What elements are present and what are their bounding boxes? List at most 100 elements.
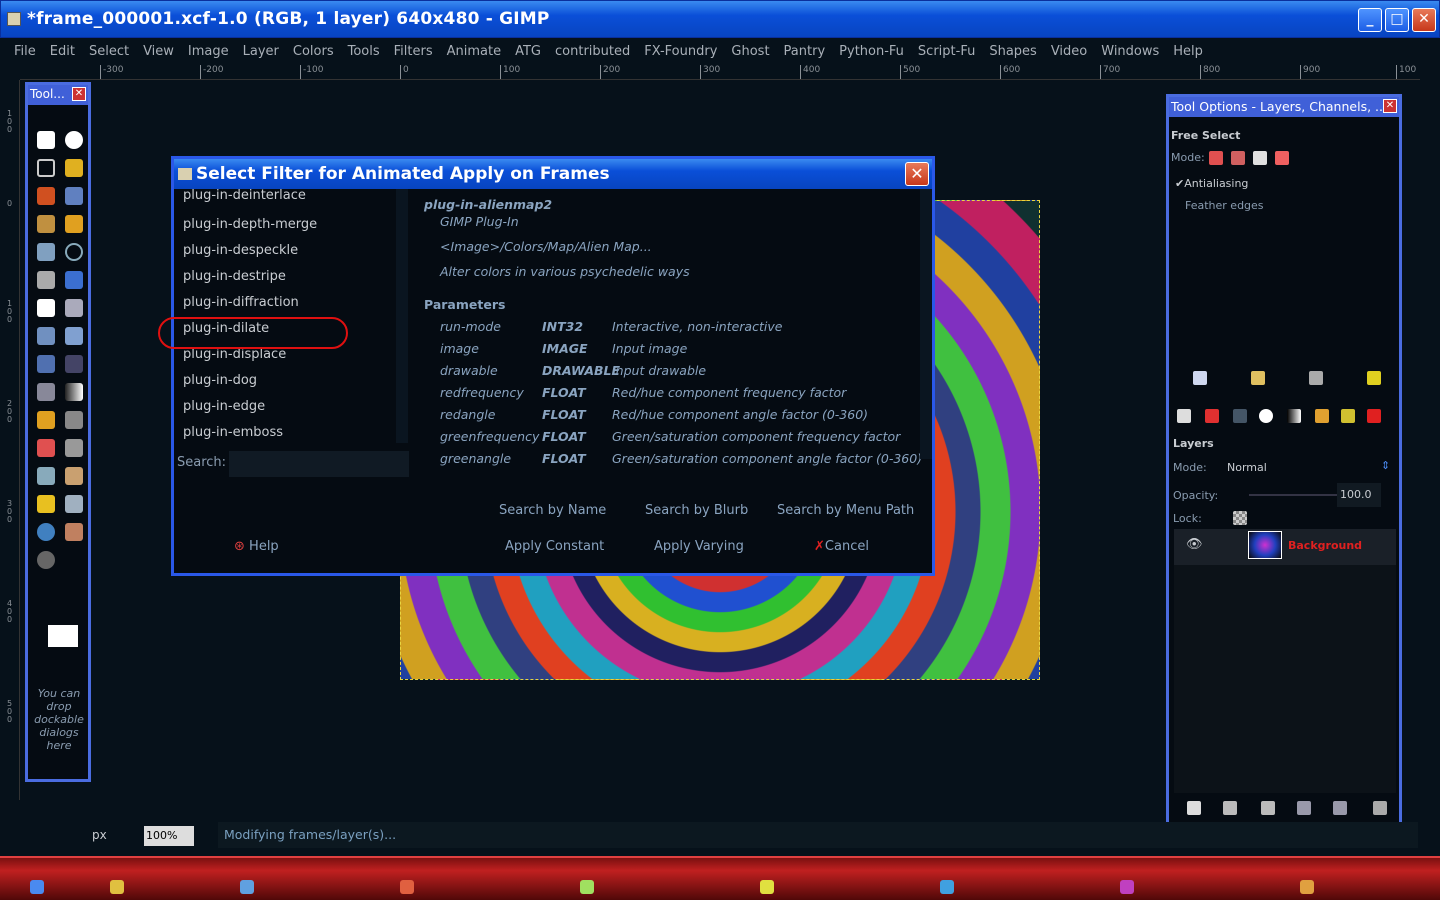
layers-list[interactable]: 👁 Background <box>1174 529 1396 793</box>
menu-select[interactable]: Select <box>89 44 129 59</box>
free-select-icon[interactable] <box>37 159 55 177</box>
dock-close-button[interactable]: ✕ <box>1383 99 1397 113</box>
toolbox-close-button[interactable]: ✕ <box>72 87 86 101</box>
unit-select[interactable]: px <box>92 828 107 842</box>
menu-tools[interactable]: Tools <box>348 44 380 59</box>
vertical-ruler[interactable]: 1 0 0 0 1 0 0 2 0 0 3 0 0 4 0 0 5 0 0 <box>4 80 20 800</box>
paintbrush-icon[interactable] <box>65 411 83 429</box>
ellipse-select-icon[interactable] <box>65 131 83 149</box>
error-tab-icon[interactable] <box>1367 409 1381 423</box>
airbrush-icon[interactable] <box>65 439 83 457</box>
rect-select-icon[interactable] <box>37 131 55 149</box>
save-options-icon[interactable] <box>1193 371 1207 385</box>
menu-view[interactable]: View <box>143 44 174 59</box>
dialog-close-button[interactable]: ✕ <box>905 162 929 186</box>
list-item[interactable]: plug-in-destripe <box>177 267 409 293</box>
gradient-tab-icon[interactable] <box>1287 409 1301 423</box>
list-item[interactable]: plug-in-deinterlace <box>177 189 409 215</box>
paths-icon[interactable] <box>65 215 83 233</box>
table-row[interactable]: 👁 Background <box>1174 529 1396 565</box>
menu-file[interactable]: File <box>14 44 36 59</box>
ink-icon[interactable] <box>37 467 55 485</box>
menu-script-fu[interactable]: Script-Fu <box>918 44 975 59</box>
pencil-icon[interactable] <box>37 411 55 429</box>
reset-options-icon[interactable] <box>1367 371 1381 385</box>
delete-options-icon[interactable] <box>1309 371 1323 385</box>
flip-icon[interactable] <box>37 383 55 401</box>
menu-shapes[interactable]: Shapes <box>989 44 1036 59</box>
menu-ghost[interactable]: Ghost <box>731 44 769 59</box>
raise-layer-icon[interactable] <box>1223 801 1237 815</box>
color-select-icon[interactable] <box>37 187 55 205</box>
menu-fx-foundry[interactable]: FX-Foundry <box>644 44 717 59</box>
color-picker-icon[interactable] <box>37 243 55 261</box>
menu-contributed[interactable]: contributed <box>555 44 630 59</box>
menu-colors[interactable]: Colors <box>293 44 334 59</box>
list-item[interactable]: plug-in-depth-merge <box>177 215 409 241</box>
layers-tab-icon[interactable] <box>1177 409 1191 423</box>
apply-constant-button[interactable]: Apply Constant <box>505 539 604 554</box>
blur-icon[interactable] <box>37 523 55 541</box>
fuzzy-select-icon[interactable] <box>65 159 83 177</box>
start-icon[interactable] <box>30 880 44 894</box>
lower-layer-icon[interactable] <box>1261 801 1275 815</box>
anchor-layer-icon[interactable] <box>1333 801 1347 815</box>
menu-layer[interactable]: Layer <box>243 44 279 59</box>
paths-tab-icon[interactable] <box>1233 409 1247 423</box>
feather-edges-checkbox[interactable]: Feather edges <box>1185 199 1264 212</box>
chevron-updown-icon[interactable]: ⇕ <box>1381 459 1390 472</box>
crop-icon[interactable] <box>37 299 55 317</box>
fg-bg-color-swatch[interactable] <box>48 625 78 647</box>
list-item[interactable]: plug-in-dog <box>177 371 409 397</box>
heal-icon[interactable] <box>37 495 55 513</box>
duplicate-layer-icon[interactable] <box>1297 801 1311 815</box>
eraser-icon[interactable] <box>37 439 55 457</box>
replace-mode-icon[interactable] <box>1209 151 1223 165</box>
rotate-icon[interactable] <box>65 299 83 317</box>
menu-python-fu[interactable]: Python-Fu <box>839 44 904 59</box>
quicklaunch-icon[interactable] <box>760 880 774 894</box>
undo-tab-icon[interactable] <box>1341 409 1355 423</box>
intersect-mode-icon[interactable] <box>1275 151 1289 165</box>
add-mode-icon[interactable] <box>1231 151 1245 165</box>
subtract-mode-icon[interactable] <box>1253 151 1267 165</box>
lock-alpha-icon[interactable] <box>1233 511 1247 525</box>
list-item[interactable]: plug-in-edge <box>177 397 409 423</box>
pattern-tab-icon[interactable] <box>1315 409 1329 423</box>
search-by-menu-path-button[interactable]: Search by Menu Path <box>777 503 914 518</box>
zoom-icon[interactable] <box>65 243 83 261</box>
quicklaunch-icon[interactable] <box>580 880 594 894</box>
menu-edit[interactable]: Edit <box>50 44 75 59</box>
menu-video[interactable]: Video <box>1051 44 1087 59</box>
zoom-select[interactable]: 100% <box>144 826 194 846</box>
search-input[interactable] <box>229 451 409 477</box>
menu-atg[interactable]: ATG <box>515 44 541 59</box>
horizontal-ruler[interactable]: -300 -200 -100 0 100 200 300 400 500 600… <box>20 64 1420 80</box>
filter-list[interactable]: plug-in-deinterlace plug-in-depth-merge … <box>158 189 409 443</box>
cancel-button[interactable]: ✗Cancel <box>814 539 869 554</box>
dodge-burn-icon[interactable] <box>37 551 55 569</box>
shear-icon[interactable] <box>65 327 83 345</box>
menu-filters[interactable]: Filters <box>394 44 433 59</box>
list-item[interactable]: plug-in-despeckle <box>177 241 409 267</box>
search-by-name-button[interactable]: Search by Name <box>499 503 606 518</box>
help-button[interactable]: ⊛ Help <box>234 539 279 554</box>
opacity-slider[interactable] <box>1249 494 1339 496</box>
move-icon[interactable] <box>65 271 83 289</box>
menu-image[interactable]: Image <box>188 44 229 59</box>
visibility-eye-icon[interactable]: 👁 <box>1186 537 1203 552</box>
clone-icon[interactable] <box>65 467 83 485</box>
scale-icon[interactable] <box>37 327 55 345</box>
list-item[interactable]: plug-in-emboss <box>177 423 409 449</box>
quicklaunch-icon[interactable] <box>240 880 254 894</box>
channels-tab-icon[interactable] <box>1205 409 1219 423</box>
brush-tab-icon[interactable] <box>1259 409 1273 423</box>
quicklaunch-icon[interactable] <box>400 880 414 894</box>
list-item[interactable]: plug-in-diffraction <box>177 293 409 319</box>
layer-name[interactable]: Background <box>1288 539 1362 552</box>
restore-options-icon[interactable] <box>1251 371 1265 385</box>
quicklaunch-icon[interactable] <box>940 880 954 894</box>
measure-icon[interactable] <box>37 271 55 289</box>
opacity-input[interactable]: 100.0 <box>1337 483 1381 507</box>
antialiasing-checkbox[interactable]: ✔Antialiasing <box>1175 177 1248 190</box>
